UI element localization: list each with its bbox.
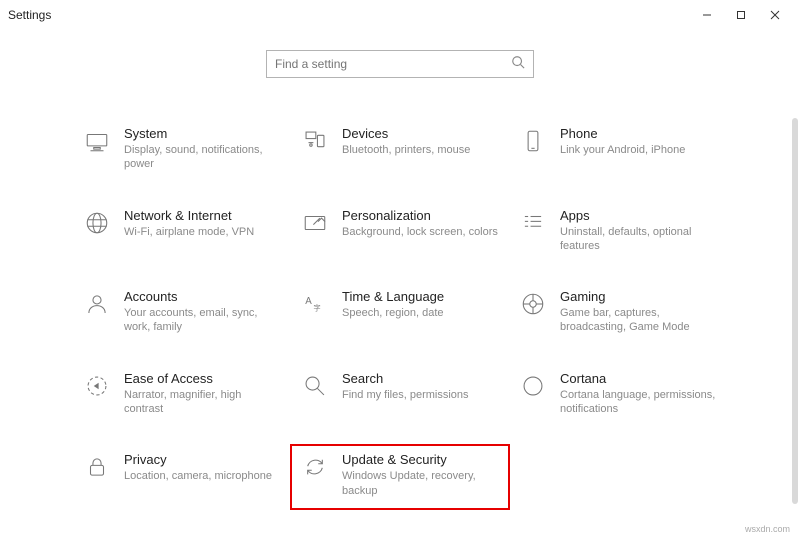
category-text: Privacy Location, camera, microphone <box>124 452 272 483</box>
category-title: Devices <box>342 126 470 141</box>
category-text: Gaming Game bar, captures, broadcasting, … <box>560 289 718 335</box>
category-desc: Your accounts, email, sync, work, family <box>124 306 282 335</box>
category-text: Devices Bluetooth, printers, mouse <box>342 126 470 157</box>
category-system[interactable]: System Display, sound, notifications, pow… <box>82 126 282 172</box>
window-title: Settings <box>8 8 51 22</box>
category-desc: Bluetooth, printers, mouse <box>342 143 470 157</box>
category-title: Update & Security <box>342 452 500 467</box>
update-icon <box>300 452 330 482</box>
apps-icon <box>518 208 548 238</box>
category-text: Ease of Access Narrator, magnifier, high … <box>124 371 282 417</box>
category-title: Accounts <box>124 289 282 304</box>
category-desc: Speech, region, date <box>342 306 444 320</box>
category-desc: Display, sound, notifications, power <box>124 143 282 172</box>
category-text: Cortana Cortana language, permissions, no… <box>560 371 718 417</box>
category-text: Phone Link your Android, iPhone <box>560 126 685 157</box>
category-title: Network & Internet <box>124 208 254 223</box>
system-icon <box>82 126 112 156</box>
category-text: Time & Language Speech, region, date <box>342 289 444 320</box>
category-title: Personalization <box>342 208 498 223</box>
devices-icon <box>300 126 330 156</box>
category-time[interactable]: A字 Time & Language Speech, region, date <box>300 289 500 335</box>
search-input[interactable] <box>275 57 511 71</box>
category-text: System Display, sound, notifications, pow… <box>124 126 282 172</box>
category-update[interactable]: Update & Security Windows Update, recover… <box>290 444 510 510</box>
svg-text:字: 字 <box>313 304 320 313</box>
attribution-text: wsxdn.com <box>745 524 790 534</box>
categories-grid: System Display, sound, notifications, pow… <box>0 126 800 498</box>
category-title: Ease of Access <box>124 371 282 386</box>
category-desc: Wi-Fi, airplane mode, VPN <box>124 225 254 239</box>
category-title: System <box>124 126 282 141</box>
ease-icon <box>82 371 112 401</box>
category-personalization[interactable]: Personalization Background, lock screen, … <box>300 208 500 254</box>
category-text: Update & Security Windows Update, recover… <box>342 452 500 498</box>
category-title: Search <box>342 371 469 386</box>
category-ease[interactable]: Ease of Access Narrator, magnifier, high … <box>82 371 282 417</box>
category-search[interactable]: Search Find my files, permissions <box>300 371 500 417</box>
category-phone[interactable]: Phone Link your Android, iPhone <box>518 126 718 172</box>
svg-text:A: A <box>305 296 312 307</box>
accounts-icon <box>82 289 112 319</box>
category-title: Gaming <box>560 289 718 304</box>
search-icon <box>511 55 525 74</box>
close-button[interactable] <box>758 0 792 30</box>
privacy-icon <box>82 452 112 482</box>
category-network[interactable]: Network & Internet Wi-Fi, airplane mode, … <box>82 208 282 254</box>
category-title: Apps <box>560 208 718 223</box>
category-title: Privacy <box>124 452 272 467</box>
category-apps[interactable]: Apps Uninstall, defaults, optional featur… <box>518 208 718 254</box>
category-devices[interactable]: Devices Bluetooth, printers, mouse <box>300 126 500 172</box>
category-desc: Windows Update, recovery, backup <box>342 469 500 498</box>
category-text: Personalization Background, lock screen, … <box>342 208 498 239</box>
category-desc: Cortana language, permissions, notificat… <box>560 388 718 417</box>
category-cortana[interactable]: Cortana Cortana language, permissions, no… <box>518 371 718 417</box>
category-title: Time & Language <box>342 289 444 304</box>
maximize-button[interactable] <box>724 0 758 30</box>
category-title: Phone <box>560 126 685 141</box>
category-text: Network & Internet Wi-Fi, airplane mode, … <box>124 208 254 239</box>
category-text: Accounts Your accounts, email, sync, work… <box>124 289 282 335</box>
titlebar: Settings <box>0 0 800 30</box>
category-desc: Background, lock screen, colors <box>342 225 498 239</box>
category-privacy[interactable]: Privacy Location, camera, microphone <box>82 452 282 498</box>
minimize-button[interactable] <box>690 0 724 30</box>
category-desc: Location, camera, microphone <box>124 469 272 483</box>
category-desc: Game bar, captures, broadcasting, Game M… <box>560 306 718 335</box>
scrollbar[interactable] <box>792 118 798 504</box>
titlebar-controls <box>690 0 792 30</box>
network-icon <box>82 208 112 238</box>
cortana-icon <box>518 371 548 401</box>
category-desc: Find my files, permissions <box>342 388 469 402</box>
category-text: Apps Uninstall, defaults, optional featur… <box>560 208 718 254</box>
category-gaming[interactable]: Gaming Game bar, captures, broadcasting, … <box>518 289 718 335</box>
category-text: Search Find my files, permissions <box>342 371 469 402</box>
category-accounts[interactable]: Accounts Your accounts, email, sync, work… <box>82 289 282 335</box>
time-icon: A字 <box>300 289 330 319</box>
gaming-icon <box>518 289 548 319</box>
category-desc: Link your Android, iPhone <box>560 143 685 157</box>
search-icon <box>300 371 330 401</box>
category-desc: Narrator, magnifier, high contrast <box>124 388 282 417</box>
category-title: Cortana <box>560 371 718 386</box>
phone-icon <box>518 126 548 156</box>
search-box[interactable] <box>266 50 534 78</box>
category-desc: Uninstall, defaults, optional features <box>560 225 718 254</box>
personalization-icon <box>300 208 330 238</box>
